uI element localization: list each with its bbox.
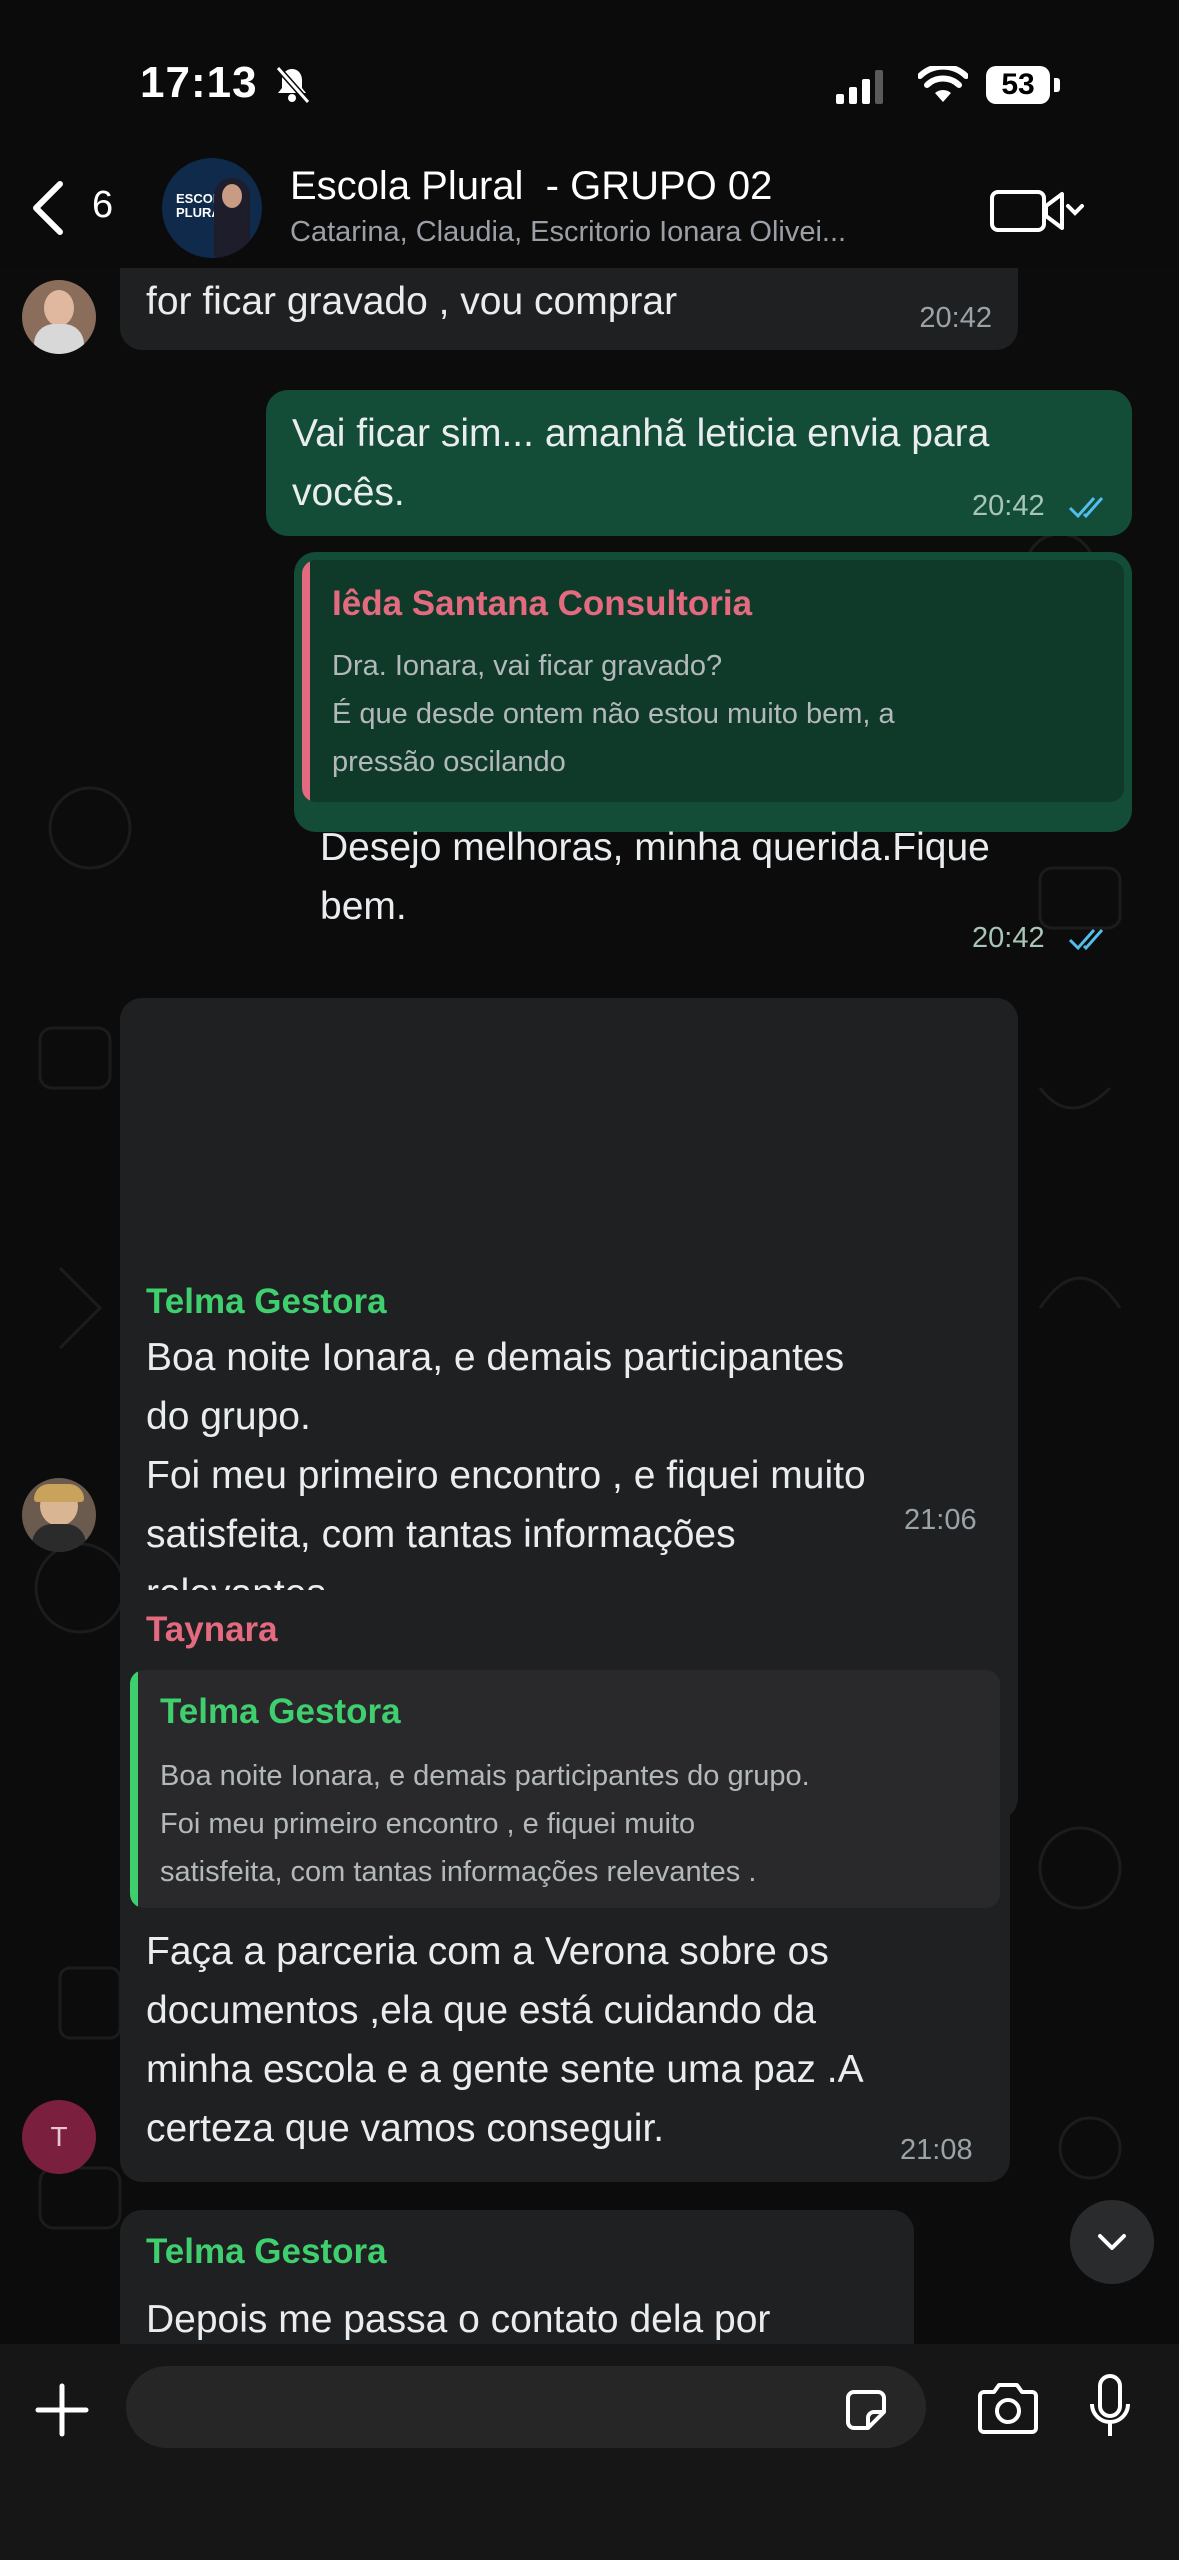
avatar-hair: [34, 1484, 84, 1502]
group-avatar[interactable]: ESCOLA PLURAL: [162, 158, 262, 258]
message-bubble-outgoing-reply[interactable]: Iêda Santana Consultoria Dra. Ionara, va…: [294, 552, 1132, 954]
quoted-message[interactable]: Iêda Santana Consultoria Dra. Ionara, va…: [302, 560, 1124, 802]
message-input[interactable]: [126, 2366, 926, 2448]
signal-icon: [836, 70, 883, 104]
battery-indicator: 53: [986, 66, 1050, 104]
message-sender: Telma Gestora: [146, 2232, 387, 2271]
quoted-message[interactable]: Telma Gestora Boa noite Ionara, e demais…: [130, 1670, 1000, 1908]
avatar-body: [34, 324, 84, 354]
message-time: 20:42: [919, 302, 992, 334]
plus-icon[interactable]: [30, 2378, 94, 2442]
chevron-down-icon: [1098, 2234, 1126, 2250]
scroll-to-bottom-button[interactable]: [1070, 2200, 1154, 2284]
message-text: Faça a parceria com a Verona sobre os do…: [146, 1930, 864, 2150]
chat-background: for ficar gravado , vou comprar 20:42 Va…: [0, 268, 1179, 2344]
avatar-body: [32, 1524, 86, 1552]
message-bubble-outgoing[interactable]: Vai ficar sim... amanhã leticia envia pa…: [266, 390, 1132, 536]
avatar[interactable]: [22, 280, 96, 354]
video-call-icon[interactable]: [990, 186, 1086, 236]
quote-bar: [302, 560, 310, 802]
message-bubble-incoming[interactable]: Telma Gestora Depois me passa o contato …: [120, 2210, 914, 2344]
message-bubble-incoming-reply[interactable]: Taynara Telma Gestora Boa noite Ionara, …: [120, 1590, 1010, 2182]
message-text: Depois me passa o contato dela por: [146, 2298, 771, 2341]
wifi-icon: [918, 66, 968, 102]
back-unread-count[interactable]: 6: [92, 184, 113, 227]
message-time: 21:08: [900, 2134, 973, 2166]
message-time: 21:06: [904, 1504, 977, 1536]
message-bubble-incoming[interactable]: for ficar gravado , vou comprar 20:42: [120, 268, 1018, 350]
avatar-face: [44, 290, 74, 326]
status-time: 17:13: [140, 58, 258, 107]
avatar[interactable]: [22, 1478, 96, 1552]
quote-bar: [130, 1670, 138, 1908]
message-text: Desejo melhoras, minha querida.Fique bem…: [320, 826, 990, 928]
double-check-icon: [1068, 929, 1104, 951]
message-time: 20:42: [972, 922, 1045, 954]
quote-text: Dra. Ionara, vai ficar gravado? É que de…: [332, 650, 895, 778]
mute-bell-icon: [275, 66, 311, 104]
quote-sender: Telma Gestora: [160, 1692, 401, 1731]
sticker-icon[interactable]: [842, 2386, 890, 2434]
double-check-icon: [1068, 497, 1104, 519]
camera-icon[interactable]: [976, 2382, 1040, 2436]
message-text: for ficar gravado , vou comprar: [146, 280, 678, 323]
message-time: 20:42: [972, 490, 1045, 522]
group-members[interactable]: Catarina, Claudia, Escritorio Ionara Oli…: [290, 216, 846, 249]
mic-icon[interactable]: [1088, 2374, 1132, 2444]
battery-tip: [1054, 78, 1060, 92]
avatar-face-shape: [222, 184, 242, 208]
message-sender: Taynara: [146, 1610, 278, 1649]
message-sender: Telma Gestora: [146, 1282, 387, 1321]
quote-text: Boa noite Ionara, e demais participantes…: [160, 1760, 810, 1888]
back-icon[interactable]: [28, 180, 68, 236]
quote-sender: Iêda Santana Consultoria: [332, 584, 753, 623]
avatar-initial[interactable]: T: [22, 2100, 96, 2174]
group-title[interactable]: Escola Plural - GRUPO 02: [290, 164, 772, 209]
message-text: Vai ficar sim... amanhã leticia envia pa…: [292, 412, 990, 514]
